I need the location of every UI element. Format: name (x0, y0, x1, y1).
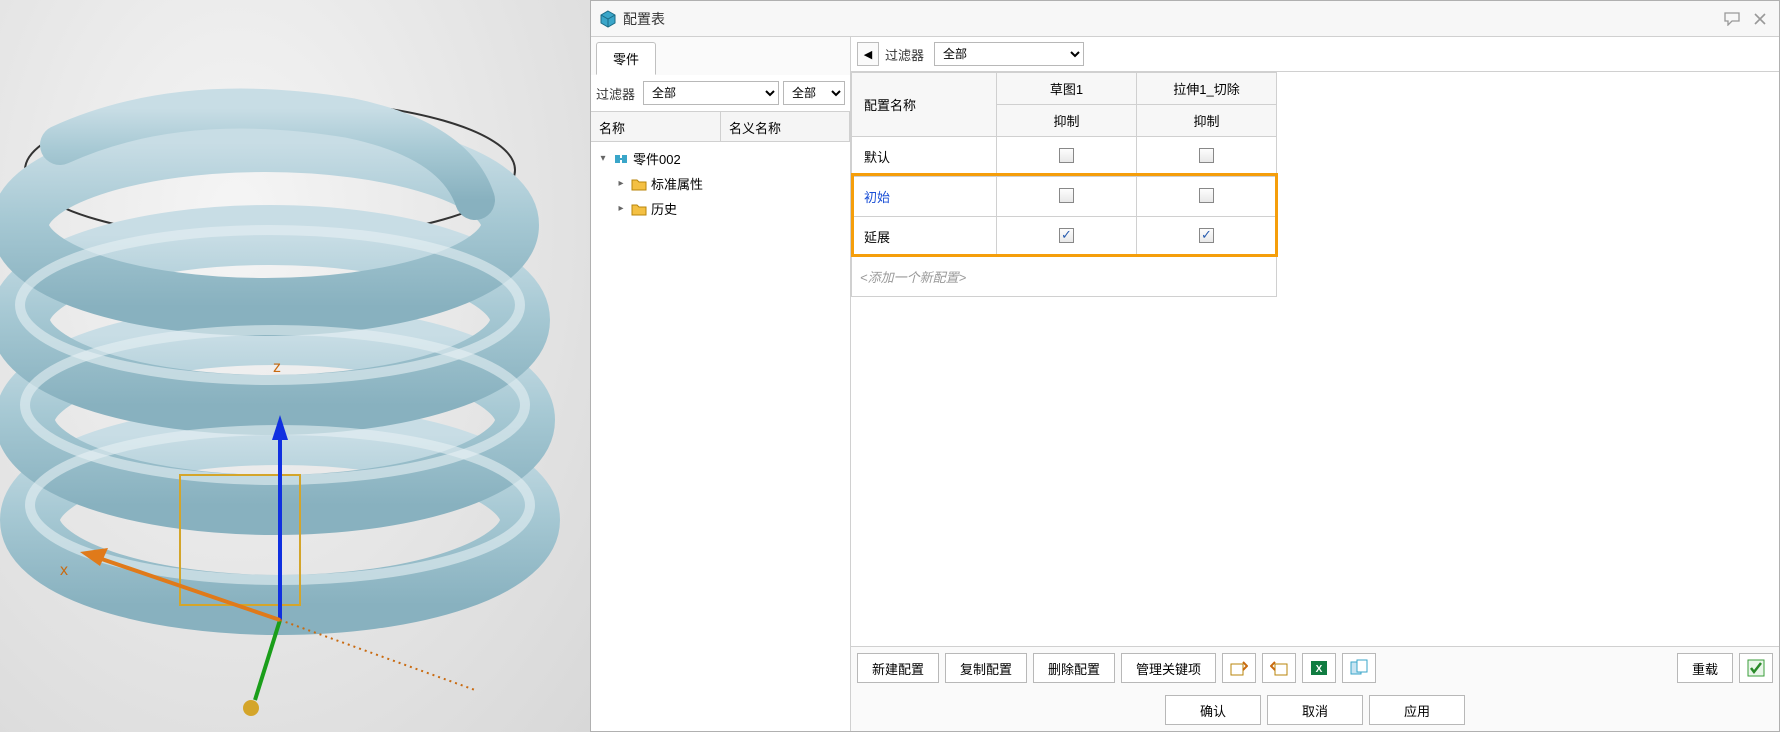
new-config-button[interactable]: 新建配置 (857, 653, 939, 683)
part-icon (613, 151, 629, 167)
left-column: 零件 过滤器 全部 全部 名称 名义名称 ▾ (591, 37, 851, 731)
close-icon[interactable] (1749, 8, 1771, 30)
add-config-row[interactable]: <添加一个新配置> (852, 257, 1277, 297)
chevron-right-icon[interactable]: ▸ (615, 203, 627, 215)
tab-part[interactable]: 零件 (596, 42, 656, 75)
feature-tree[interactable]: ▾ 零件002 ▸ 标准属性 (591, 142, 850, 731)
copy-config-button[interactable]: 复制配置 (945, 653, 1027, 683)
bottom-toolbar: 新建配置 复制配置 删除配置 管理关键项 X (851, 646, 1779, 731)
panel-title: 配置表 (623, 9, 1715, 29)
left-filter-select-2[interactable]: 全部 (783, 81, 845, 105)
nav-back-button[interactable]: ◀ (857, 42, 879, 66)
left-filter-label: 过滤器 (596, 84, 639, 103)
tree-header-name: 名称 (591, 112, 721, 141)
config-row[interactable]: 初始 (852, 177, 1277, 217)
chevron-right-icon[interactable]: ▸ (615, 178, 627, 190)
svg-text:x: x (60, 562, 68, 579)
3d-viewport[interactable]: x z (0, 0, 590, 732)
tree-item[interactable]: ▸ 标准属性 (591, 171, 850, 196)
param-header: 抑制 (1137, 105, 1277, 137)
config-row[interactable]: 默认 (852, 137, 1277, 177)
feedback-icon[interactable] (1721, 8, 1743, 30)
suppress-checkbox[interactable] (1199, 188, 1214, 203)
svg-text:X: X (1316, 664, 1323, 675)
left-filter-select-1[interactable]: 全部 (643, 81, 779, 105)
linked-table-icon-button[interactable] (1342, 653, 1376, 683)
config-name-cell[interactable]: 延展 (852, 217, 997, 257)
excel-icon-button[interactable]: X (1302, 653, 1336, 683)
cancel-button[interactable]: 取消 (1267, 695, 1363, 725)
ok-button[interactable]: 确认 (1165, 695, 1261, 725)
config-name-header: 配置名称 (852, 73, 997, 137)
tree-header-nominal: 名义名称 (721, 112, 850, 141)
tree-root[interactable]: ▾ 零件002 (591, 146, 850, 171)
chevron-down-icon[interactable]: ▾ (597, 153, 609, 165)
panel-titlebar: 配置表 (591, 1, 1779, 37)
tree-root-label: 零件002 (633, 149, 681, 168)
add-config-placeholder[interactable]: <添加一个新配置> (852, 257, 1277, 297)
suppress-checkbox[interactable] (1059, 228, 1074, 243)
svg-text:z: z (273, 359, 281, 376)
export-icon-button[interactable] (1262, 653, 1296, 683)
manage-keys-button[interactable]: 管理关键项 (1121, 653, 1216, 683)
suppress-checkbox[interactable] (1059, 148, 1074, 163)
suppress-checkbox[interactable] (1059, 188, 1074, 203)
configuration-panel: 配置表 零件 过滤器 全部 全部 名称 名义名称 (590, 0, 1780, 732)
configuration-grid: 配置名称 草图1 拉伸1_切除 抑制 抑制 默认 (851, 72, 1779, 646)
param-header: 抑制 (997, 105, 1137, 137)
feature-header[interactable]: 拉伸1_切除 (1137, 73, 1277, 105)
feature-header[interactable]: 草图1 (997, 73, 1137, 105)
reload-button[interactable]: 重载 (1677, 653, 1733, 683)
right-filter-label: 过滤器 (885, 45, 928, 64)
apply-button[interactable]: 应用 (1369, 695, 1465, 725)
folder-icon (631, 202, 647, 216)
cube-icon (599, 10, 617, 28)
delete-config-button[interactable]: 删除配置 (1033, 653, 1115, 683)
config-name-cell[interactable]: 默认 (852, 137, 997, 177)
tree-item-label: 历史 (651, 199, 677, 218)
right-filter-select[interactable]: 全部 (934, 42, 1084, 66)
suppress-checkbox[interactable] (1199, 228, 1214, 243)
config-name-cell[interactable]: 初始 (852, 177, 997, 217)
confirm-icon-button[interactable] (1739, 653, 1773, 683)
import-icon-button[interactable] (1222, 653, 1256, 683)
folder-icon (631, 177, 647, 191)
right-column: ◀ 过滤器 全部 配置名称 草图1 拉伸1_切除 抑制 (851, 37, 1779, 731)
tree-item[interactable]: ▸ 历史 (591, 196, 850, 221)
tree-item-label: 标准属性 (651, 174, 703, 193)
config-row[interactable]: 延展 (852, 217, 1277, 257)
suppress-checkbox[interactable] (1199, 148, 1214, 163)
